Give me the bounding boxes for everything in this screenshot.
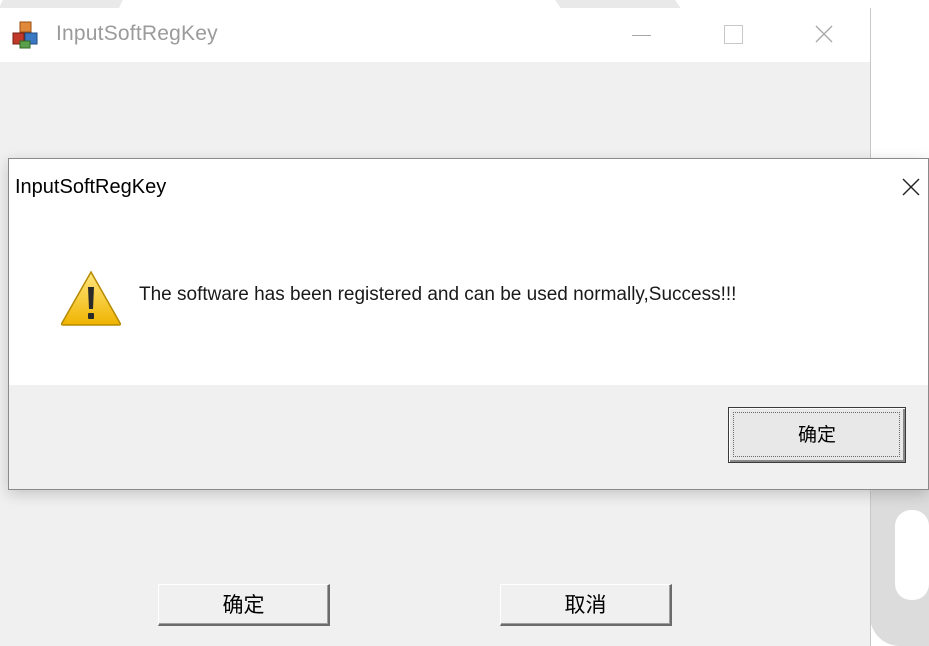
dialog-title: InputSoftRegKey: [15, 176, 167, 198]
main-titlebar[interactable]: InputSoftRegKey: [0, 8, 870, 62]
maximize-button[interactable]: [702, 8, 766, 62]
cancel-button[interactable]: 取消: [500, 584, 672, 626]
dialog-ok-button[interactable]: 确定: [728, 407, 906, 463]
app-cubes-icon: [12, 21, 40, 49]
dialog-ok-label: 确定: [797, 424, 836, 446]
close-icon: [815, 25, 833, 43]
dialog-body: The software has been registered and can…: [9, 219, 928, 385]
dialog-close-button[interactable]: [893, 169, 929, 205]
ok-button[interactable]: 确定: [158, 584, 330, 626]
dialog-footer: 确定: [9, 385, 928, 489]
main-window-title: InputSoftRegKey: [56, 22, 218, 45]
close-icon: [902, 178, 920, 196]
dialog-message: The software has been registered and can…: [139, 284, 737, 305]
minimize-button[interactable]: [610, 8, 674, 62]
warning-icon: [59, 269, 123, 327]
close-button[interactable]: [792, 8, 856, 62]
message-dialog: InputSoftRegKey The software has been re…: [8, 158, 929, 490]
watermark-shape: [895, 510, 929, 600]
